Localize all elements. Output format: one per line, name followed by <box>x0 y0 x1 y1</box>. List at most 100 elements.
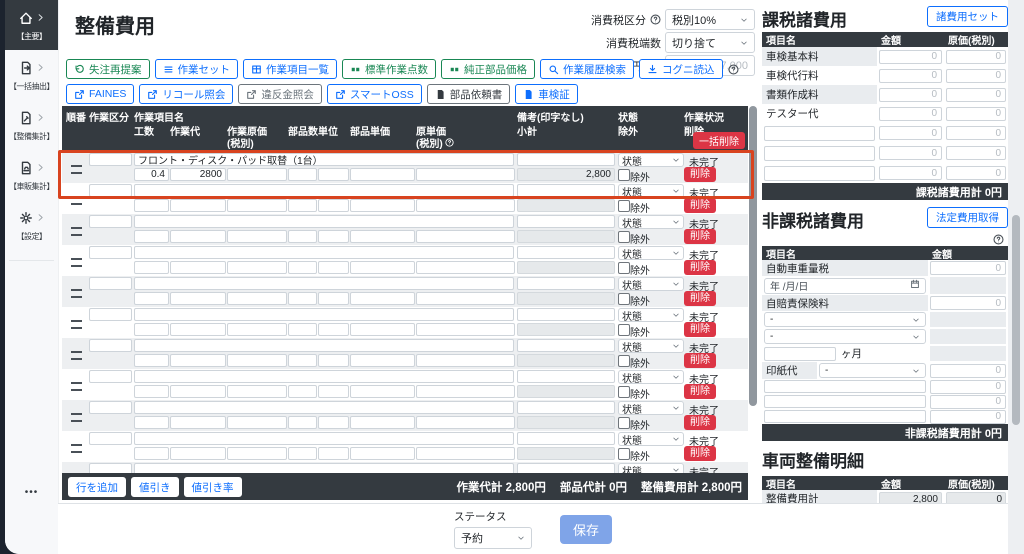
unit-cost-input[interactable] <box>416 323 515 336</box>
expense-name-input[interactable] <box>764 165 875 181</box>
cost-input[interactable] <box>946 68 1006 83</box>
delete-row-button[interactable]: 削除 <box>684 229 716 244</box>
drag-handle[interactable] <box>71 351 82 360</box>
hours-input[interactable] <box>134 168 169 181</box>
cost-input[interactable] <box>946 87 1006 102</box>
labor-cost-input[interactable] <box>227 199 287 212</box>
amount-input[interactable] <box>930 394 1006 409</box>
labor-input[interactable] <box>170 354 226 367</box>
hours-input[interactable] <box>134 447 169 460</box>
amount-input[interactable] <box>930 409 1006 424</box>
parts-qty-input[interactable] <box>288 385 317 398</box>
cost-input[interactable] <box>946 49 1006 64</box>
delete-row-button[interactable]: 削除 <box>684 446 716 461</box>
delete-row-button[interactable]: 削除 <box>684 198 716 213</box>
labor-cost-input[interactable] <box>227 292 287 305</box>
drag-handle[interactable] <box>71 258 82 267</box>
hours-input[interactable] <box>134 292 169 305</box>
exclude-checkbox[interactable] <box>618 386 630 398</box>
delete-row-button[interactable]: 削除 <box>684 291 716 306</box>
window-scrollbar[interactable] <box>1008 0 1024 554</box>
amount-input[interactable] <box>879 166 942 180</box>
amount-input[interactable] <box>879 106 942 121</box>
question-icon[interactable] <box>650 14 661 25</box>
expense-name-input[interactable] <box>764 395 926 408</box>
exclude-checkbox[interactable] <box>618 324 630 336</box>
work-name-input[interactable] <box>134 339 514 352</box>
cost-input[interactable] <box>946 166 1006 180</box>
labor-cost-input[interactable] <box>227 385 287 398</box>
parts-price-input[interactable] <box>350 323 415 336</box>
row-status-select[interactable]: 状態 <box>618 215 684 230</box>
labor-input[interactable] <box>170 199 226 212</box>
drag-handle[interactable] <box>71 444 82 453</box>
drag-handle[interactable] <box>71 227 82 236</box>
row-status-select[interactable]: 状態 <box>618 339 684 354</box>
expense-name-input[interactable] <box>764 380 926 393</box>
question-icon[interactable] <box>993 234 1004 246</box>
discount-button[interactable]: 値引き <box>131 476 179 497</box>
row-status-select[interactable]: 状態 <box>618 370 684 385</box>
bulk-delete-button[interactable]: 一括削除 <box>693 132 745 149</box>
note-input[interactable] <box>517 308 615 321</box>
labor-cost-input[interactable] <box>227 230 287 243</box>
labor-cost-input[interactable] <box>227 354 287 367</box>
cost-input[interactable] <box>946 106 1006 121</box>
row-status-select[interactable]: 状態 <box>618 246 684 261</box>
labor-cost-input[interactable] <box>227 168 287 181</box>
unit-input[interactable] <box>318 354 349 367</box>
status-select[interactable]: 予約 <box>453 527 532 549</box>
work-category-input[interactable] <box>89 308 132 321</box>
question-icon[interactable] <box>727 63 739 75</box>
tax-rounding-select[interactable]: 切り捨て <box>665 32 755 53</box>
cost-input[interactable] <box>946 126 1006 140</box>
date-input[interactable]: 年 /月/日 <box>764 277 926 294</box>
work-name-input[interactable] <box>134 215 514 228</box>
add-row-button[interactable]: 行を追加 <box>68 476 126 497</box>
work-name-input[interactable] <box>134 184 514 197</box>
labor-input[interactable] <box>170 385 226 398</box>
work-category-input[interactable] <box>89 277 132 290</box>
delete-row-button[interactable]: 削除 <box>684 260 716 275</box>
toolbar-button[interactable]: 純正部品価格 <box>441 59 535 79</box>
unit-cost-input[interactable] <box>416 292 515 305</box>
expense-name-input[interactable] <box>764 145 875 161</box>
drag-handle[interactable] <box>71 196 82 205</box>
row-status-select[interactable]: 状態 <box>618 308 684 323</box>
exclude-checkbox[interactable] <box>618 200 630 212</box>
row-status-select[interactable]: 状態 <box>618 277 684 292</box>
note-input[interactable] <box>517 401 615 414</box>
insurance-select-2[interactable]: - <box>764 329 926 344</box>
toolbar-button[interactable]: リコール照会 <box>139 84 234 104</box>
work-name-input[interactable] <box>134 277 514 290</box>
note-input[interactable] <box>517 246 615 259</box>
parts-qty-input[interactable] <box>288 199 317 212</box>
table-scrollbar-thumb[interactable] <box>749 106 757 406</box>
delete-row-button[interactable]: 削除 <box>684 384 716 399</box>
sidebar-item[interactable]: 【一括抽出】 <box>5 50 58 100</box>
discount-rate-button[interactable]: 値引き率 <box>183 476 242 497</box>
expense-name-input[interactable] <box>764 125 875 141</box>
unit-cost-input[interactable] <box>416 447 515 460</box>
unit-input[interactable] <box>318 199 349 212</box>
row-status-select[interactable]: 状態 <box>618 153 684 168</box>
exclude-checkbox[interactable] <box>618 231 630 243</box>
work-name-input[interactable] <box>134 370 514 383</box>
row-status-select[interactable]: 状態 <box>618 432 684 447</box>
toolbar-button[interactable]: 作業項目一覧 <box>243 59 337 79</box>
parts-price-input[interactable] <box>350 292 415 305</box>
row-status-select[interactable]: 状態 <box>618 463 684 473</box>
parts-price-input[interactable] <box>350 416 415 429</box>
note-input[interactable] <box>517 277 615 290</box>
work-category-input[interactable] <box>89 401 132 414</box>
labor-input[interactable] <box>170 230 226 243</box>
work-name-input[interactable] <box>134 432 514 445</box>
cost-input[interactable] <box>946 146 1006 160</box>
unit-input[interactable] <box>318 230 349 243</box>
work-category-input[interactable] <box>89 215 132 228</box>
insurance-input[interactable] <box>930 296 1006 310</box>
expense-name-input[interactable] <box>764 410 926 423</box>
drag-handle[interactable] <box>71 165 82 174</box>
labor-input[interactable] <box>170 261 226 274</box>
unit-cost-input[interactable] <box>416 385 515 398</box>
